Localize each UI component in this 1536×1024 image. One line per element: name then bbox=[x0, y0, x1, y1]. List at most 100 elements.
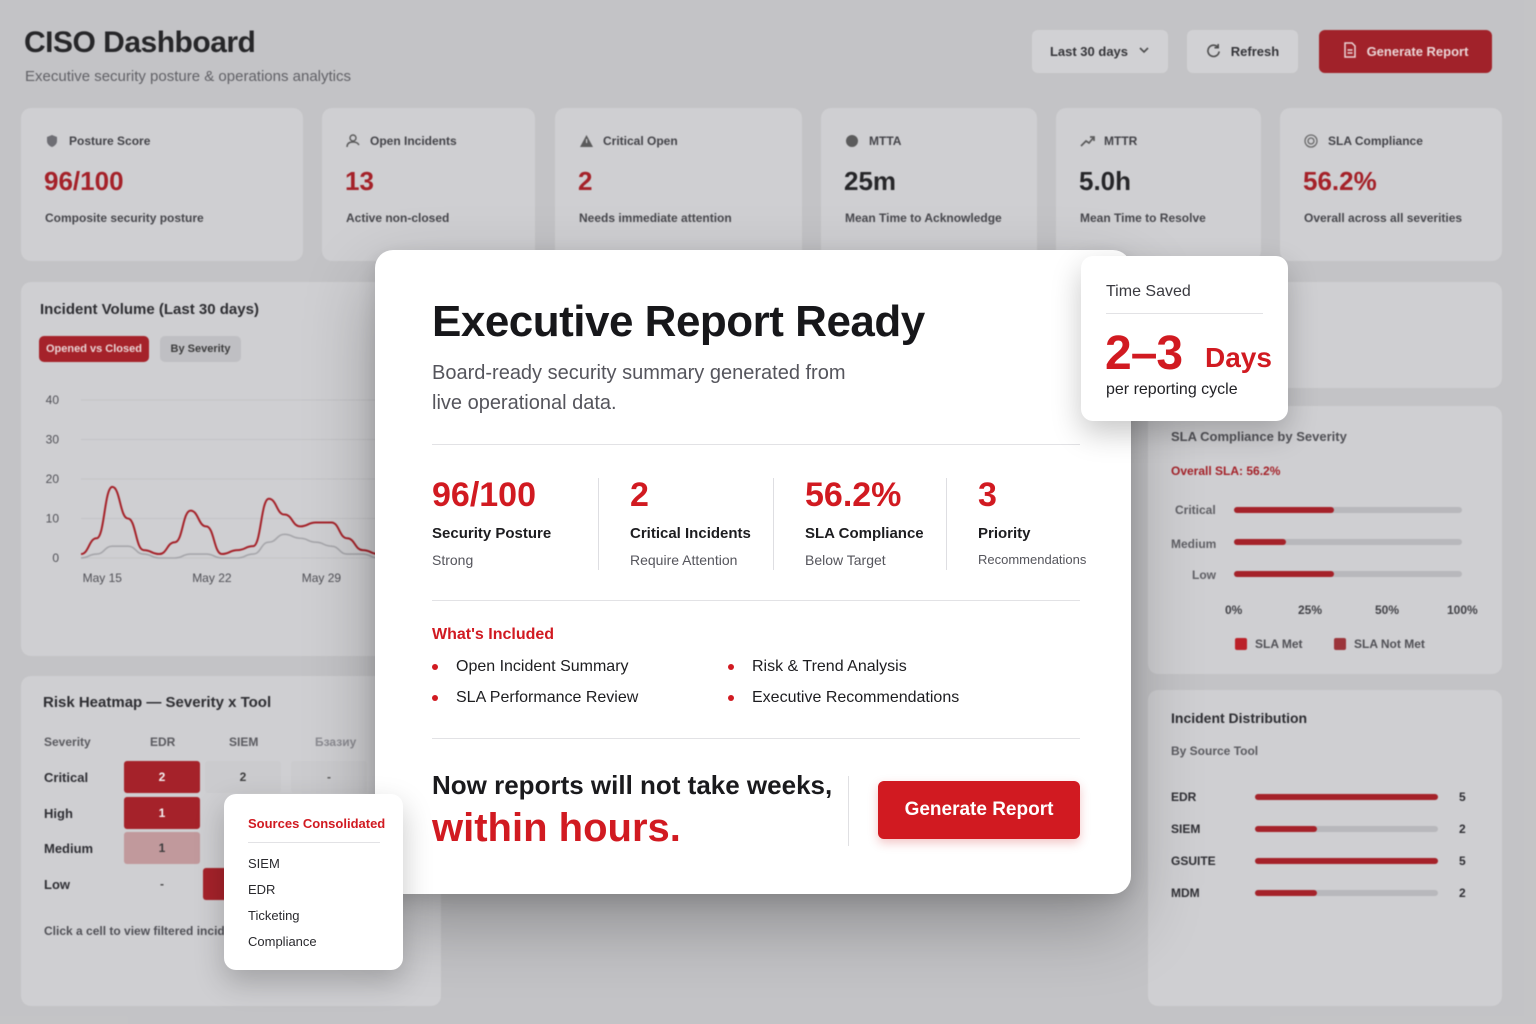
legend-sla-not-met: SLA Not Met bbox=[1334, 637, 1425, 651]
time-saved-title: Time Saved bbox=[1106, 283, 1191, 300]
stat-value: 96/100 bbox=[432, 476, 536, 514]
tab-by-severity[interactable]: By Severity bbox=[160, 336, 241, 362]
distribution-subtitle: By Source Tool bbox=[1171, 744, 1259, 758]
dist-bar bbox=[1255, 826, 1318, 832]
bullet-icon bbox=[432, 664, 438, 670]
refresh-label: Refresh bbox=[1230, 44, 1280, 59]
kpi-card-mttr[interactable]: MTTR 5.0h Mean Time to Resolve bbox=[1056, 108, 1261, 261]
date-range-select[interactable]: Last 30 days bbox=[1032, 30, 1168, 73]
y-tick-label: 30 bbox=[46, 433, 60, 447]
dist-track bbox=[1255, 858, 1438, 864]
divider bbox=[848, 776, 849, 846]
stat-label: SLA Compliance bbox=[805, 525, 924, 542]
divider bbox=[773, 478, 774, 570]
kpi-card-posture[interactable]: Posture Score 96/100 Composite security … bbox=[21, 108, 303, 261]
dist-value: 2 bbox=[1459, 822, 1466, 836]
legend-swatch bbox=[1334, 638, 1346, 650]
refresh-icon bbox=[1206, 43, 1221, 61]
tagline-primary: Now reports will not take weeks, bbox=[432, 770, 833, 800]
dist-label: MDM bbox=[1171, 886, 1200, 900]
heatmap-col-third: Бзазиу bbox=[315, 735, 357, 749]
stat-value: 3 bbox=[978, 476, 997, 514]
kpi-label: Posture Score bbox=[69, 134, 151, 148]
dist-bar bbox=[1255, 858, 1438, 864]
heatmap-col-severity: Severity bbox=[44, 735, 91, 749]
kpi-card-mtta[interactable]: MTTA 25m Mean Time to Acknowledge bbox=[821, 108, 1037, 261]
kpi-subtitle: Overall across all severities bbox=[1304, 211, 1463, 225]
heatmap-hint: Click a cell to view filtered incide bbox=[44, 924, 232, 938]
warning-icon bbox=[579, 134, 593, 148]
heatmap-cell[interactable]: 1 bbox=[124, 797, 200, 829]
generate-report-header-label: Generate Report bbox=[1366, 44, 1469, 59]
sla-axis-tick: 50% bbox=[1375, 603, 1400, 617]
executive-report-modal: Executive Report Ready Board-ready secur… bbox=[375, 250, 1131, 894]
heatmap-col-edr: EDR bbox=[150, 735, 176, 749]
tab-opened-vs-closed[interactable]: Opened vs Closed bbox=[39, 336, 149, 362]
included-item: SLA Performance Review bbox=[432, 689, 638, 707]
y-tick-label: 0 bbox=[52, 551, 59, 565]
included-item: Executive Recommendations bbox=[728, 689, 959, 707]
kpi-card-critical-open[interactable]: Critical Open 2 Needs immediate attentio… bbox=[555, 108, 802, 261]
target-icon bbox=[1304, 134, 1318, 148]
included-item-label: SLA Performance Review bbox=[456, 689, 639, 706]
stat-label: Security Posture bbox=[432, 525, 552, 542]
sla-bar-track bbox=[1234, 571, 1462, 577]
source-item: EDR bbox=[248, 882, 276, 897]
user-alert-icon bbox=[346, 134, 360, 148]
kpi-value: 2 bbox=[578, 166, 593, 196]
generate-report-button[interactable]: Generate Report bbox=[878, 781, 1080, 839]
sources-consolidated-card: Sources Consolidated SIEM EDR Ticketing … bbox=[224, 794, 403, 970]
divider bbox=[432, 600, 1080, 601]
heatmap-cell[interactable]: - bbox=[124, 868, 200, 900]
heatmap-cell[interactable]: 2 bbox=[124, 761, 200, 793]
sla-row-label: Low bbox=[1192, 568, 1216, 582]
sources-title: Sources Consolidated bbox=[248, 816, 386, 831]
included-item-label: Risk & Trend Analysis bbox=[752, 658, 907, 675]
x-tick-label: May 15 bbox=[83, 571, 123, 585]
kpi-value: 13 bbox=[345, 166, 374, 196]
sla-axis-tick: 0% bbox=[1225, 603, 1243, 617]
sla-met-bar bbox=[1234, 507, 1335, 513]
dist-value: 2 bbox=[1459, 886, 1466, 900]
shield-icon bbox=[45, 134, 59, 148]
sla-met-bar bbox=[1234, 539, 1287, 545]
refresh-button[interactable]: Refresh bbox=[1187, 30, 1298, 73]
stat-critical-incidents: 2 Critical Incidents Require Attention bbox=[630, 476, 751, 568]
included-item-label: Open Incident Summary bbox=[456, 658, 629, 675]
dist-label: GSUITE bbox=[1171, 854, 1216, 868]
stat-security-posture: 96/100 Security Posture Strong bbox=[432, 476, 551, 568]
source-item: Compliance bbox=[248, 934, 317, 949]
sla-bar-track bbox=[1234, 507, 1462, 513]
dist-bar bbox=[1255, 890, 1318, 896]
divider bbox=[432, 738, 1080, 739]
sla-row-label: Critical bbox=[1175, 503, 1216, 517]
distribution-title: Incident Distribution bbox=[1171, 710, 1308, 726]
stat-note: Strong bbox=[432, 552, 474, 568]
generate-report-header-button[interactable]: Generate Report bbox=[1319, 30, 1492, 73]
heatmap-cell[interactable]: - bbox=[291, 761, 367, 793]
kpi-subtitle: Needs immediate attention bbox=[579, 211, 732, 225]
y-tick-label: 40 bbox=[46, 393, 60, 407]
sla-overall: Overall SLA: 56.2% bbox=[1171, 464, 1281, 478]
incident-volume-title: Incident Volume (Last 30 days) bbox=[40, 301, 259, 318]
time-saved-card: Time Saved 2–3 Days per reporting cycle bbox=[1081, 256, 1288, 421]
heatmap-cell[interactable]: 1 bbox=[124, 832, 200, 864]
sla-panel-title: SLA Compliance by Severity bbox=[1171, 429, 1347, 444]
source-item: SIEM bbox=[248, 856, 280, 871]
included-item: Open Incident Summary bbox=[432, 658, 629, 676]
heatmap-col-siem: SIEM bbox=[229, 735, 259, 749]
page-subtitle: Executive security posture & operations … bbox=[25, 68, 351, 85]
kpi-value: 96/100 bbox=[44, 166, 124, 196]
trend-up-icon bbox=[1080, 134, 1095, 148]
dist-track bbox=[1255, 794, 1438, 800]
kpi-card-open-incidents[interactable]: Open Incidents 13 Active non-closed bbox=[322, 108, 535, 261]
divider bbox=[248, 842, 380, 843]
bullet-icon bbox=[728, 695, 734, 701]
sla-met-bar bbox=[1234, 571, 1335, 577]
kpi-subtitle: Active non-closed bbox=[346, 211, 450, 225]
sla-row-label: Medium bbox=[1171, 537, 1217, 551]
kpi-card-sla[interactable]: SLA Compliance 56.2% Overall across all … bbox=[1280, 108, 1502, 261]
heatmap-cell[interactable]: 2 bbox=[205, 761, 281, 793]
stat-value: 2 bbox=[630, 476, 649, 514]
stat-value: 56.2% bbox=[805, 476, 902, 514]
